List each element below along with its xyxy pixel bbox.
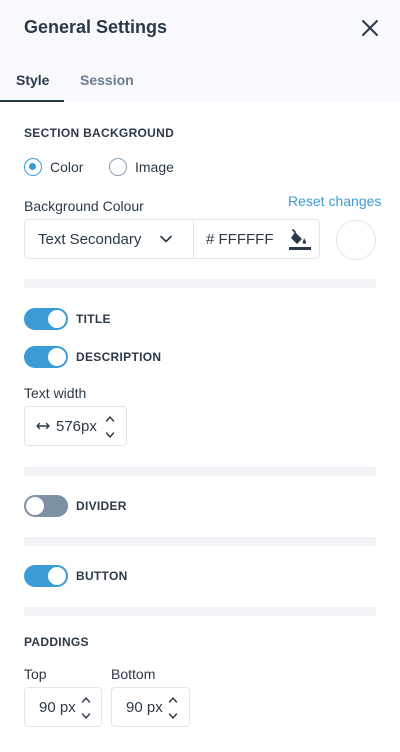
- title-toggle[interactable]: [24, 308, 68, 330]
- color-select-value: Text Secondary: [38, 231, 142, 248]
- section-background-title: SECTION BACKGROUND: [24, 126, 175, 140]
- radio-color[interactable]: Color: [24, 157, 83, 177]
- button-toggle-row[interactable]: BUTTON: [24, 565, 128, 587]
- divider-toggle[interactable]: [24, 495, 68, 517]
- hex-field[interactable]: # FFFFFF: [194, 220, 321, 258]
- padding-top-stepper[interactable]: 90 px: [24, 687, 102, 727]
- description-toggle-row[interactable]: DESCRIPTION: [24, 346, 161, 368]
- general-settings-panel: General Settings Style Session SECTION B…: [0, 0, 400, 752]
- description-toggle-label: DESCRIPTION: [76, 350, 162, 364]
- section-divider: [24, 537, 376, 546]
- color-control: Text Secondary # FFFFFF: [24, 219, 320, 259]
- description-toggle[interactable]: [24, 346, 68, 368]
- section-divider: [24, 607, 376, 616]
- padding-top-label: Top: [24, 666, 47, 682]
- close-icon[interactable]: [358, 16, 382, 40]
- padding-top-value: 90 px: [39, 699, 76, 716]
- radio-color-label: Color: [50, 159, 84, 175]
- radio-image-circle[interactable]: [109, 158, 127, 176]
- divider-toggle-label: DIVIDER: [76, 499, 127, 513]
- chevron-down-icon: [160, 235, 172, 243]
- panel-title: General Settings: [24, 17, 168, 37]
- paint-bucket-icon[interactable]: [288, 228, 312, 252]
- button-toggle-label: BUTTON: [76, 569, 128, 583]
- stepper-arrows-icon[interactable]: [168, 694, 178, 722]
- button-toggle[interactable]: [24, 565, 68, 587]
- tab-style[interactable]: Style: [16, 72, 49, 88]
- divider-toggle-row[interactable]: DIVIDER: [24, 495, 127, 517]
- title-toggle-row[interactable]: TITLE: [24, 308, 111, 330]
- stepper-arrows-icon[interactable]: [81, 694, 91, 722]
- radio-color-circle[interactable]: [24, 158, 42, 176]
- toggle-knob: [26, 497, 44, 515]
- color-select[interactable]: Text Secondary: [25, 220, 194, 258]
- text-width-label: Text width: [24, 385, 87, 401]
- section-divider: [24, 279, 376, 288]
- reset-changes-link[interactable]: Reset changes: [288, 193, 381, 209]
- toggle-knob: [48, 567, 66, 585]
- tab-session[interactable]: Session: [80, 72, 134, 88]
- horizontal-arrows-icon: [36, 422, 50, 430]
- padding-bottom-stepper[interactable]: 90 px: [111, 687, 190, 727]
- hex-value: # FFFFFF: [206, 231, 274, 248]
- background-colour-label: Background Colour: [24, 198, 144, 214]
- text-width-value: 576px: [56, 418, 97, 435]
- radio-image-label: Image: [135, 159, 174, 175]
- padding-bottom-value: 90 px: [126, 699, 163, 716]
- title-toggle-label: TITLE: [76, 312, 111, 326]
- active-tab-indicator: [0, 100, 64, 102]
- radio-image[interactable]: Image: [109, 157, 174, 177]
- text-width-stepper[interactable]: 576px: [24, 406, 127, 446]
- padding-bottom-label: Bottom: [111, 666, 156, 682]
- toggle-knob: [48, 310, 66, 328]
- paddings-title: PADDINGS: [24, 635, 89, 649]
- section-divider: [24, 467, 376, 476]
- stepper-arrows-icon[interactable]: [105, 413, 115, 441]
- panel-header: General Settings Style Session: [0, 0, 400, 102]
- toggle-knob: [48, 348, 66, 366]
- color-swatch[interactable]: [336, 220, 376, 260]
- tab-bar: Style Session: [0, 58, 400, 102]
